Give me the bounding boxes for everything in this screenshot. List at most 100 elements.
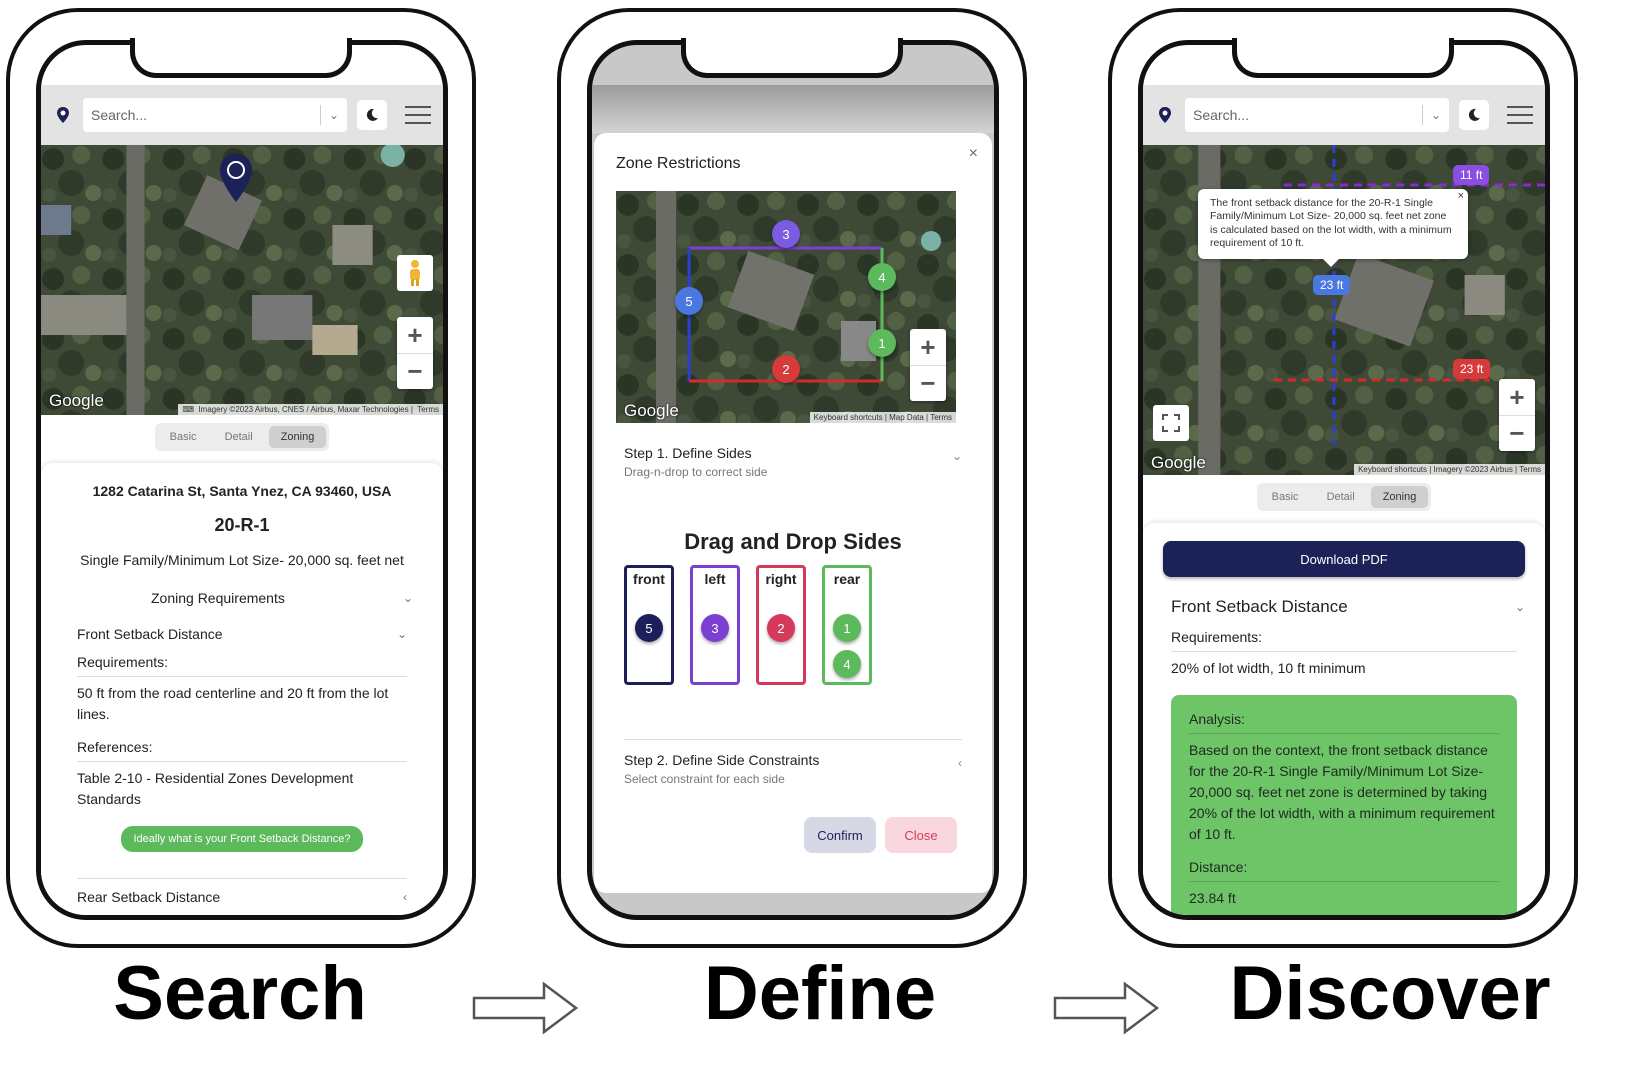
close-button[interactable]: Close — [885, 817, 957, 853]
chip-2[interactable]: 2 — [767, 614, 795, 642]
side-marker-1[interactable]: 1 — [868, 329, 896, 357]
menu-icon[interactable] — [1507, 106, 1533, 124]
blurred-top-bar — [592, 85, 994, 133]
search-input[interactable]: Search... ⌄ — [1185, 98, 1449, 132]
zoom-out-button[interactable]: − — [1499, 415, 1535, 451]
imagery-credit: Imagery ©2023 Airbus — [1433, 465, 1513, 474]
phone-screen: Search... ⌄ The front setback distance f… — [1138, 40, 1550, 920]
bucket-front[interactable]: front 5 — [624, 565, 674, 685]
analysis-panel: Analysis: Based on the context, the fron… — [1171, 695, 1517, 915]
ask-front-setback-button[interactable]: Ideally what is your Front Setback Dista… — [121, 826, 363, 852]
requirements-section: Requirements: 20% of lot width, 10 ft mi… — [1171, 629, 1517, 679]
map-attribution: ⌨ Imagery ©2023 Airbus, CNES / Airbus, M… — [178, 404, 443, 415]
close-icon[interactable]: × — [1458, 189, 1464, 203]
zone-description: Single Family/Minimum Lot Size- 20,000 s… — [80, 552, 404, 568]
zoning-card: 1282 Catarina St, Santa Ynez, CA 93460, … — [41, 463, 443, 915]
side-marker-4[interactable]: 4 — [868, 263, 896, 291]
side-marker-2[interactable]: 2 — [772, 355, 800, 383]
chip-4[interactable]: 4 — [833, 650, 861, 678]
bucket-rear[interactable]: rear 1 4 — [822, 565, 872, 685]
chevron-down-icon: ⌄ — [951, 449, 962, 463]
terms-link[interactable]: Terms — [417, 405, 439, 414]
fullscreen-icon[interactable] — [1153, 405, 1189, 441]
phone-define: Zone Restrictions × 3 4 5 1 2 + − Google… — [557, 8, 1027, 948]
bucket-left[interactable]: left 3 — [690, 565, 740, 685]
side-marker-5[interactable]: 5 — [675, 287, 703, 315]
define-map[interactable]: 3 4 5 1 2 + − Google Keyboard shortcuts … — [616, 191, 956, 423]
tab-detail[interactable]: Detail — [213, 426, 265, 448]
zoning-requirements-header[interactable]: Zoning Requirements ⌄ — [151, 590, 413, 606]
phone-screen: Zone Restrictions × 3 4 5 1 2 + − Google… — [587, 40, 999, 920]
requirements-section: Requirements: 50 ft from the road center… — [77, 654, 407, 725]
top-bar: Search... ⌄ — [41, 85, 443, 145]
menu-icon[interactable] — [405, 106, 431, 124]
phone-screen: Search... ⌄ + − Google ⌨ Imagery ©2023 A… — [36, 40, 448, 920]
download-pdf-button[interactable]: Download PDF — [1163, 541, 1525, 577]
terms-link[interactable]: Terms — [930, 413, 952, 422]
keyboard-shortcuts-link[interactable]: Keyboard shortcuts — [1358, 465, 1427, 474]
bucket-right[interactable]: right 2 — [756, 565, 806, 685]
map-attribution: Keyboard shortcuts | Map Data | Terms — [809, 412, 956, 423]
chip-5[interactable]: 5 — [635, 614, 663, 642]
caption-search: Search — [113, 951, 367, 1036]
imagery-credit: Imagery ©2023 Airbus, CNES / Airbus, Max… — [198, 405, 409, 414]
terms-link[interactable]: Terms — [1519, 465, 1541, 474]
side-marker-3[interactable]: 3 — [772, 220, 800, 248]
chevron-down-icon[interactable]: ⌄ — [329, 108, 339, 122]
chip-1[interactable]: 1 — [833, 614, 861, 642]
measurement-tag-side[interactable]: 23 ft — [1453, 359, 1491, 379]
phone-discover: Search... ⌄ The front setback distance f… — [1108, 8, 1578, 948]
tab-basic[interactable]: Basic — [158, 426, 209, 448]
chevron-down-icon: ⌄ — [1514, 600, 1525, 614]
measurement-tag-rear[interactable]: 11 ft — [1453, 165, 1490, 185]
bucket-rear-label: rear — [833, 571, 861, 587]
keyboard-shortcuts-link[interactable]: Keyboard shortcuts — [814, 413, 883, 422]
zoom-in-button[interactable]: + — [910, 329, 946, 365]
chip-3[interactable]: 3 — [701, 614, 729, 642]
top-bar: Search... ⌄ — [1143, 85, 1545, 145]
moon-icon — [366, 108, 378, 121]
address: 1282 Catarina St, Santa Ynez, CA 93460, … — [92, 483, 392, 499]
app-logo-icon[interactable] — [53, 103, 73, 127]
chevron-down-icon: ⌄ — [402, 591, 413, 605]
front-setback-header[interactable]: Front Setback Distance ⌄ — [1171, 597, 1525, 617]
rear-setback-header[interactable]: Rear Setback Distance ‹ — [77, 878, 407, 905]
tab-detail[interactable]: Detail — [1315, 486, 1367, 508]
app-logo-icon[interactable] — [1155, 103, 1175, 127]
close-icon[interactable]: × — [969, 145, 978, 163]
tab-basic[interactable]: Basic — [1260, 486, 1311, 508]
caption-discover: Discover — [1229, 951, 1551, 1036]
zoom-in-button[interactable]: + — [1499, 379, 1535, 415]
search-divider — [1421, 105, 1423, 125]
street-view-icon[interactable] — [397, 255, 433, 291]
tab-zoning[interactable]: Zoning — [268, 426, 327, 448]
rear-setback-label: Rear Setback Distance — [77, 889, 221, 905]
location-pin-icon[interactable] — [219, 153, 253, 208]
map-data-link[interactable]: Map Data — [889, 413, 924, 422]
arrow-right-icon — [1053, 980, 1161, 1041]
analysis-label: Analysis: — [1189, 711, 1499, 734]
map-view[interactable]: + − Google ⌨ Imagery ©2023 Airbus, CNES … — [41, 145, 443, 415]
search-placeholder: Search... — [91, 107, 148, 123]
tab-zoning[interactable]: Zoning — [1370, 486, 1429, 508]
zoom-in-button[interactable]: + — [397, 317, 433, 353]
zoom-out-button[interactable]: − — [910, 365, 946, 401]
modal-title: Zone Restrictions — [616, 155, 741, 172]
step-1-header[interactable]: Step 1. Define Sides Drag-n-drop to corr… — [624, 445, 962, 479]
search-divider — [319, 105, 321, 125]
phone-notch — [130, 38, 352, 78]
dark-mode-toggle[interactable] — [1459, 100, 1489, 130]
dark-mode-toggle[interactable] — [357, 100, 387, 130]
search-input[interactable]: Search... ⌄ — [83, 98, 347, 132]
zoom-out-button[interactable]: − — [397, 353, 433, 389]
step-2-header[interactable]: Step 2. Define Side Constraints Select c… — [624, 739, 962, 786]
front-setback-label: Front Setback Distance — [77, 626, 223, 642]
bucket-right-label: right — [765, 571, 797, 587]
confirm-button[interactable]: Confirm — [804, 817, 876, 853]
chevron-down-icon[interactable]: ⌄ — [1431, 108, 1441, 122]
front-setback-header[interactable]: Front Setback Distance ⌄ — [77, 626, 407, 642]
map-view[interactable]: The front setback distance for the 20-R-… — [1143, 145, 1545, 475]
step-1-title: Step 1. Define Sides — [624, 445, 752, 461]
measurement-tag-front[interactable]: 23 ft — [1313, 275, 1351, 295]
keyboard-icon[interactable]: ⌨ — [182, 405, 194, 414]
